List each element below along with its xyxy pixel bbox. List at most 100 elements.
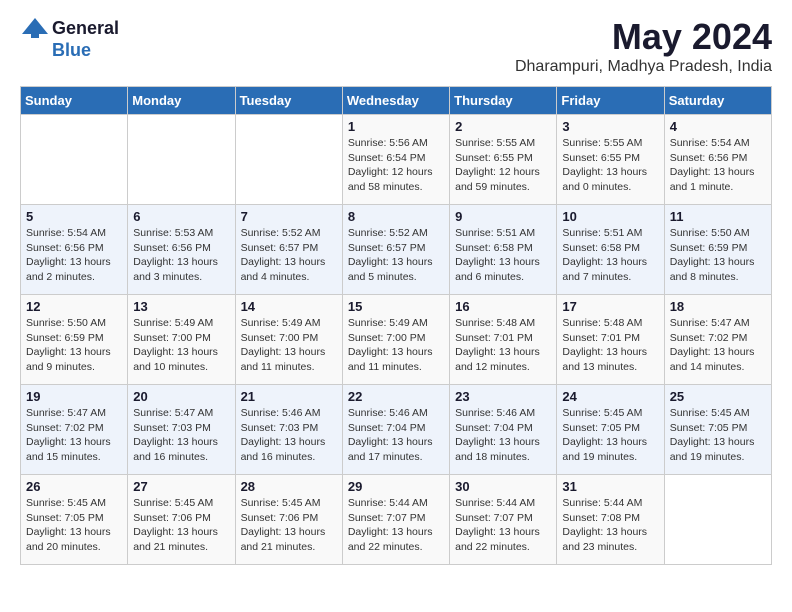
calendar-cell: 13Sunrise: 5:49 AMSunset: 7:00 PMDayligh… xyxy=(128,295,235,385)
day-number: 20 xyxy=(133,389,229,404)
calendar-cell: 5 Sunrise: 5:54 AMSunset: 6:56 PMDaylight… xyxy=(21,205,128,295)
cell-info: Sunrise: 5:55 AMSunset: 6:55 PMDaylight:… xyxy=(562,136,658,195)
calendar-cell: 10Sunrise: 5:51 AMSunset: 6:58 PMDayligh… xyxy=(557,205,664,295)
day-number: 30 xyxy=(455,479,551,494)
calendar-cell: 20 Sunrise: 5:47 AMSunset: 7:03 PMDayligh… xyxy=(128,385,235,475)
day-number: 29 xyxy=(348,479,444,494)
day-number: 19 xyxy=(26,389,122,404)
calendar-cell: 23Sunrise: 5:46 AMSunset: 7:04 PMDayligh… xyxy=(450,385,557,475)
calendar-cell xyxy=(235,115,342,205)
calendar-cell: 31 Sunrise: 5:44 AMSunset: 7:08 PMDayligh… xyxy=(557,475,664,565)
day-number: 6 xyxy=(133,209,229,224)
cell-info: Sunrise: 5:53 AMSunset: 6:56 PMDaylight:… xyxy=(133,226,229,285)
cell-info: Sunrise: 5:54 AMSunset: 6:56 PMDaylight:… xyxy=(670,136,766,195)
calendar-table: Sunday Monday Tuesday Wednesday Thursday… xyxy=(20,86,772,565)
calendar-cell: 24 Sunrise: 5:45 AMSunset: 7:05 PMDayligh… xyxy=(557,385,664,475)
cell-info: Sunrise: 5:47 AMSunset: 7:02 PMDaylight:… xyxy=(26,406,122,465)
header-tuesday: Tuesday xyxy=(235,87,342,115)
cell-info: Sunrise: 5:45 AMSunset: 7:05 PMDaylight:… xyxy=(26,496,122,555)
calendar-cell: 26 Sunrise: 5:45 AMSunset: 7:05 PMDayligh… xyxy=(21,475,128,565)
calendar-cell: 12Sunrise: 5:50 AMSunset: 6:59 PMDayligh… xyxy=(21,295,128,385)
logo-blue-text: Blue xyxy=(52,40,91,61)
location: Dharampuri, Madhya Pradesh, India xyxy=(515,58,772,76)
calendar-cell: 7Sunrise: 5:52 AMSunset: 6:57 PMDaylight… xyxy=(235,205,342,295)
cell-info: Sunrise: 5:45 AMSunset: 7:05 PMDaylight:… xyxy=(670,406,766,465)
calendar-week-2: 5 Sunrise: 5:54 AMSunset: 6:56 PMDaylight… xyxy=(21,205,772,295)
header-thursday: Thursday xyxy=(450,87,557,115)
day-number: 4 xyxy=(670,119,766,134)
calendar-cell xyxy=(21,115,128,205)
day-number: 25 xyxy=(670,389,766,404)
day-number: 18 xyxy=(670,299,766,314)
day-number: 24 xyxy=(562,389,658,404)
cell-info: Sunrise: 5:55 AMSunset: 6:55 PMDaylight:… xyxy=(455,136,551,195)
day-number: 22 xyxy=(348,389,444,404)
cell-info: Sunrise: 5:51 AMSunset: 6:58 PMDaylight:… xyxy=(455,226,551,285)
day-number: 31 xyxy=(562,479,658,494)
calendar-cell: 21 Sunrise: 5:46 AMSunset: 7:03 PMDayligh… xyxy=(235,385,342,475)
day-number: 28 xyxy=(241,479,337,494)
cell-info: Sunrise: 5:45 AMSunset: 7:06 PMDaylight:… xyxy=(241,496,337,555)
day-number: 27 xyxy=(133,479,229,494)
calendar-cell: 4 Sunrise: 5:54 AMSunset: 6:56 PMDaylight… xyxy=(664,115,771,205)
calendar-cell xyxy=(664,475,771,565)
logo-icon xyxy=(20,16,50,40)
cell-info: Sunrise: 5:47 AMSunset: 7:02 PMDaylight:… xyxy=(670,316,766,375)
calendar-header: Sunday Monday Tuesday Wednesday Thursday… xyxy=(21,87,772,115)
logo-general-text: General xyxy=(52,18,119,39)
day-number: 21 xyxy=(241,389,337,404)
calendar-cell: 22Sunrise: 5:46 AMSunset: 7:04 PMDayligh… xyxy=(342,385,449,475)
day-number: 9 xyxy=(455,209,551,224)
day-number: 26 xyxy=(26,479,122,494)
calendar-cell: 30 Sunrise: 5:44 AMSunset: 7:07 PMDayligh… xyxy=(450,475,557,565)
day-number: 1 xyxy=(348,119,444,134)
title-area: May 2024 Dharampuri, Madhya Pradesh, Ind… xyxy=(515,16,772,76)
day-number: 17 xyxy=(562,299,658,314)
cell-info: Sunrise: 5:56 AMSunset: 6:54 PMDaylight:… xyxy=(348,136,444,195)
cell-info: Sunrise: 5:44 AMSunset: 7:07 PMDaylight:… xyxy=(455,496,551,555)
calendar-cell: 9 Sunrise: 5:51 AMSunset: 6:58 PMDaylight… xyxy=(450,205,557,295)
calendar-cell: 2 Sunrise: 5:55 AMSunset: 6:55 PMDaylight… xyxy=(450,115,557,205)
header-row: Sunday Monday Tuesday Wednesday Thursday… xyxy=(21,87,772,115)
cell-info: Sunrise: 5:52 AMSunset: 6:57 PMDaylight:… xyxy=(348,226,444,285)
month-title: May 2024 xyxy=(515,16,772,58)
cell-info: Sunrise: 5:49 AMSunset: 7:00 PMDaylight:… xyxy=(241,316,337,375)
calendar-cell: 29 Sunrise: 5:44 AMSunset: 7:07 PMDayligh… xyxy=(342,475,449,565)
cell-info: Sunrise: 5:48 AMSunset: 7:01 PMDaylight:… xyxy=(562,316,658,375)
calendar-cell: 27 Sunrise: 5:45 AMSunset: 7:06 PMDayligh… xyxy=(128,475,235,565)
day-number: 5 xyxy=(26,209,122,224)
day-number: 2 xyxy=(455,119,551,134)
day-number: 11 xyxy=(670,209,766,224)
day-number: 15 xyxy=(348,299,444,314)
header-friday: Friday xyxy=(557,87,664,115)
calendar-cell: 25 Sunrise: 5:45 AMSunset: 7:05 PMDayligh… xyxy=(664,385,771,475)
calendar-week-4: 19 Sunrise: 5:47 AMSunset: 7:02 PMDayligh… xyxy=(21,385,772,475)
calendar-cell: 17 Sunrise: 5:48 AMSunset: 7:01 PMDayligh… xyxy=(557,295,664,385)
day-number: 13 xyxy=(133,299,229,314)
cell-info: Sunrise: 5:47 AMSunset: 7:03 PMDaylight:… xyxy=(133,406,229,465)
cell-info: Sunrise: 5:44 AMSunset: 7:07 PMDaylight:… xyxy=(348,496,444,555)
calendar-cell: 11Sunrise: 5:50 AMSunset: 6:59 PMDayligh… xyxy=(664,205,771,295)
calendar-cell: 6 Sunrise: 5:53 AMSunset: 6:56 PMDaylight… xyxy=(128,205,235,295)
cell-info: Sunrise: 5:52 AMSunset: 6:57 PMDaylight:… xyxy=(241,226,337,285)
calendar-cell: 8Sunrise: 5:52 AMSunset: 6:57 PMDaylight… xyxy=(342,205,449,295)
day-number: 12 xyxy=(26,299,122,314)
header-monday: Monday xyxy=(128,87,235,115)
cell-info: Sunrise: 5:45 AMSunset: 7:05 PMDaylight:… xyxy=(562,406,658,465)
header-sunday: Sunday xyxy=(21,87,128,115)
calendar-cell: 16Sunrise: 5:48 AMSunset: 7:01 PMDayligh… xyxy=(450,295,557,385)
cell-info: Sunrise: 5:46 AMSunset: 7:03 PMDaylight:… xyxy=(241,406,337,465)
calendar-cell: 15 Sunrise: 5:49 AMSunset: 7:00 PMDayligh… xyxy=(342,295,449,385)
calendar-cell: 14 Sunrise: 5:49 AMSunset: 7:00 PMDayligh… xyxy=(235,295,342,385)
cell-info: Sunrise: 5:49 AMSunset: 7:00 PMDaylight:… xyxy=(348,316,444,375)
calendar-cell: 1 Sunrise: 5:56 AMSunset: 6:54 PMDaylight… xyxy=(342,115,449,205)
day-number: 16 xyxy=(455,299,551,314)
page-header: General Blue May 2024 Dharampuri, Madhya… xyxy=(20,16,772,76)
day-number: 10 xyxy=(562,209,658,224)
cell-info: Sunrise: 5:45 AMSunset: 7:06 PMDaylight:… xyxy=(133,496,229,555)
day-number: 23 xyxy=(455,389,551,404)
cell-info: Sunrise: 5:44 AMSunset: 7:08 PMDaylight:… xyxy=(562,496,658,555)
cell-info: Sunrise: 5:54 AMSunset: 6:56 PMDaylight:… xyxy=(26,226,122,285)
logo: General Blue xyxy=(20,16,119,61)
day-number: 14 xyxy=(241,299,337,314)
